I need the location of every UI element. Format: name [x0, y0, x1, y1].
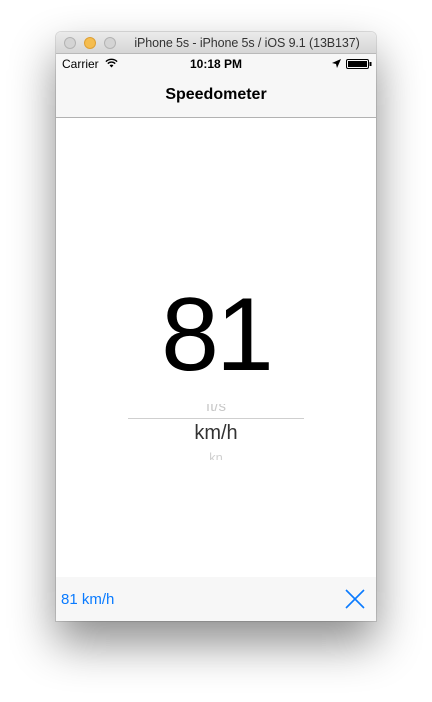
navigation-bar: Speedometer — [56, 74, 376, 118]
window-titlebar: iPhone 5s - iPhone 5s / iOS 9.1 (13B137) — [56, 32, 376, 54]
picker-option-next[interactable]: kn — [128, 450, 304, 460]
battery-icon — [346, 59, 372, 69]
location-arrow-icon — [332, 59, 341, 68]
window-title: iPhone 5s - iPhone 5s / iOS 9.1 (13B137) — [134, 36, 360, 50]
zoom-window-button[interactable] — [104, 37, 116, 49]
status-time: 10:18 PM — [189, 57, 243, 71]
speed-summary-button[interactable]: 81 km/h — [61, 591, 114, 608]
picker-divider — [128, 418, 304, 419]
minimize-window-button[interactable] — [84, 37, 96, 49]
picker-option-selected[interactable]: km/h — [128, 422, 304, 445]
main-content: 81 ft/s km/h kn — [56, 118, 376, 577]
simulator-window: iPhone 5s - iPhone 5s / iOS 9.1 (13B137)… — [56, 32, 376, 621]
unit-picker[interactable]: ft/s km/h kn — [128, 404, 304, 460]
close-icon[interactable] — [344, 588, 366, 610]
picker-option-previous[interactable]: ft/s — [128, 404, 304, 415]
speed-value: 81 — [161, 277, 274, 393]
bottom-toolbar: 81 km/h — [56, 577, 376, 621]
status-bar: Carrier 10:18 PM — [56, 54, 376, 74]
close-window-button[interactable] — [64, 37, 76, 49]
page-title: Speedometer — [165, 86, 267, 103]
